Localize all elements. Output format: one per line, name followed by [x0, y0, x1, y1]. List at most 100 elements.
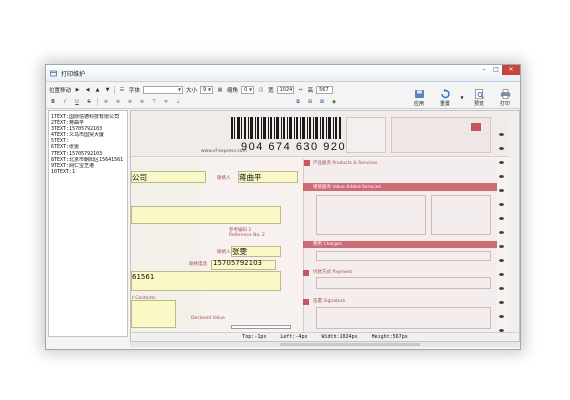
- align-center-icon[interactable]: ≡: [114, 98, 122, 106]
- sender-address-box: [131, 206, 281, 224]
- width-value: 1024: [279, 86, 293, 93]
- same-size-icon[interactable]: ⊠: [318, 98, 326, 106]
- preview-button[interactable]: 预览: [466, 84, 492, 108]
- height-label: 高: [307, 87, 314, 94]
- separator: [97, 97, 98, 106]
- copy-format-icon[interactable]: ⧉: [294, 98, 302, 106]
- width-input[interactable]: 1024: [276, 85, 294, 94]
- website-text: www.sf-express.com: [201, 149, 247, 154]
- distribute-icon[interactable]: ⊞: [306, 98, 314, 106]
- declared-value-label: Declared Value: [191, 316, 225, 321]
- stage: 打印维护 – □ ✕ 位置移动 ▶ ◀ ▲ ▼ ☰ 字体 ▼ 大小 9▼ ▦: [0, 0, 570, 400]
- align-middle-icon[interactable]: ≑: [162, 98, 170, 106]
- close-button[interactable]: ✕: [502, 64, 520, 75]
- spacing-label: 缩角: [227, 87, 239, 94]
- contact-label-2: 联络人: [217, 250, 231, 255]
- postal-code-field[interactable]: 61561: [132, 273, 154, 281]
- scrollbar-thumb[interactable]: [280, 343, 420, 346]
- chevron-down-icon: ▼: [249, 86, 253, 92]
- app-icon: [50, 70, 57, 77]
- underline-button[interactable]: U: [73, 98, 81, 106]
- contents-label: t Contents: [132, 296, 156, 301]
- size-label: 大小: [186, 87, 198, 94]
- chevron-down-icon: ▼: [208, 86, 212, 92]
- grid-icon[interactable]: ▦: [216, 86, 224, 94]
- field-list[interactable]: 1TEXT:国际信德科技有限公司 2TEXT:蒋曲平 3TEXT:1570579…: [48, 110, 128, 337]
- move-down-button[interactable]: ▼: [104, 87, 111, 93]
- payment-header: 付款方式 Payment: [313, 270, 353, 275]
- strike-button[interactable]: S: [85, 98, 93, 106]
- print-button[interactable]: 打印: [492, 84, 518, 108]
- font-label: 字体: [129, 87, 141, 94]
- align-right-icon[interactable]: ≡: [126, 98, 134, 106]
- status-width: Width:1024px: [321, 334, 358, 340]
- status-bar: Top:-1px Left:-4px Width:1024px Height:5…: [131, 332, 519, 341]
- design-canvas[interactable]: 904 674 630 920 www.sf-express.com 联络人 参…: [130, 110, 520, 342]
- print-label: 打印: [499, 101, 510, 107]
- sender-company-field[interactable]: 公司: [132, 172, 147, 183]
- window-title: 打印维护: [61, 70, 86, 78]
- maximize-button[interactable]: □: [490, 65, 502, 75]
- reset-button[interactable]: 重置: [432, 84, 458, 108]
- print-maintenance-window: 打印维护 – □ ✕ 位置移动 ▶ ◀ ▲ ▼ ☰ 字体 ▼ 大小 9▼ ▦: [45, 64, 521, 350]
- separator: [114, 85, 116, 94]
- height-input[interactable]: 567: [316, 85, 334, 94]
- action-toolbar: 应用 重置 ▼ 预览 打印: [406, 84, 518, 108]
- reset-dropdown[interactable]: ▼: [458, 84, 466, 108]
- apply-icon: [414, 90, 424, 98]
- move-up-button[interactable]: ▲: [94, 87, 101, 93]
- bold-button[interactable]: B: [49, 98, 57, 106]
- contact-label: 联络人: [217, 176, 231, 181]
- font-select[interactable]: ▼: [143, 85, 184, 94]
- position-move-label: 位置移动: [49, 87, 72, 94]
- field-item[interactable]: 10TEXT:1: [51, 169, 125, 175]
- move-right-button[interactable]: ▶: [74, 87, 81, 93]
- tracking-number: 904 674 630 920: [241, 141, 347, 153]
- waybill-background: 904 674 630 920 www.sf-express.com 联络人 参…: [131, 113, 509, 337]
- contents-box: [131, 300, 176, 328]
- horizontal-scrollbar[interactable]: [130, 342, 520, 347]
- products-services-header: 产品服务 Products & Services: [313, 161, 378, 166]
- size-value: 9: [203, 86, 207, 93]
- lock-icon[interactable]: ◫: [257, 86, 265, 94]
- align-bottom-icon[interactable]: ⊥: [174, 98, 182, 106]
- move-left-button[interactable]: ◀: [84, 87, 91, 93]
- signature-header: 签署 Signature: [313, 299, 346, 304]
- spacing-select[interactable]: 0 ▼: [241, 85, 255, 94]
- width-label: 宽: [268, 87, 274, 94]
- align-left-icon[interactable]: ≡: [102, 98, 110, 106]
- align-icon[interactable]: ☰: [118, 86, 126, 94]
- size-select[interactable]: 9 ▼: [200, 85, 214, 94]
- minimize-button[interactable]: –: [478, 65, 490, 75]
- preview-icon: [474, 89, 484, 99]
- italic-button[interactable]: I: [61, 98, 69, 106]
- chevron-down-icon: ▼: [177, 86, 182, 92]
- window-controls: – □ ✕: [478, 64, 520, 82]
- charges-header: 费用 Charges: [313, 242, 342, 247]
- receiver-name-field[interactable]: 张雯: [232, 246, 247, 257]
- ref-label-en: Reference No. 2: [229, 233, 265, 238]
- height-value: 567: [319, 86, 329, 93]
- print-icon: [500, 89, 510, 99]
- preview-label: 预览: [473, 101, 484, 107]
- title-bar[interactable]: 打印维护 – □ ✕: [46, 64, 520, 82]
- value-added-header: 增值服务 Value Added Services: [313, 185, 381, 190]
- barcode-image: [231, 117, 341, 139]
- sender-name-field[interactable]: 蒋曲平: [239, 172, 262, 183]
- status-height: Height:567px: [371, 334, 408, 340]
- chevron-down-icon: ▼: [460, 95, 464, 100]
- reset-label: 重置: [439, 101, 450, 107]
- apply-label: 应用: [413, 101, 424, 107]
- align-top-icon[interactable]: ⊤: [150, 98, 158, 106]
- reset-icon: [440, 89, 450, 99]
- align-justify-icon[interactable]: ≡: [138, 98, 146, 106]
- status-left: Left:-4px: [280, 334, 308, 340]
- phone-label: 联络电话: [189, 262, 207, 267]
- spacing-value: 0: [244, 86, 248, 93]
- field-item[interactable]: 8TEXT:北京市朝阳区15641561: [51, 157, 125, 163]
- receiver-phone-field[interactable]: 15705792103: [213, 259, 262, 267]
- link-icon[interactable]: ⇔: [297, 86, 305, 94]
- status-top: Top:-1px: [242, 334, 267, 340]
- apply-button[interactable]: 应用: [406, 84, 432, 108]
- tag-icon[interactable]: ◆: [330, 98, 338, 106]
